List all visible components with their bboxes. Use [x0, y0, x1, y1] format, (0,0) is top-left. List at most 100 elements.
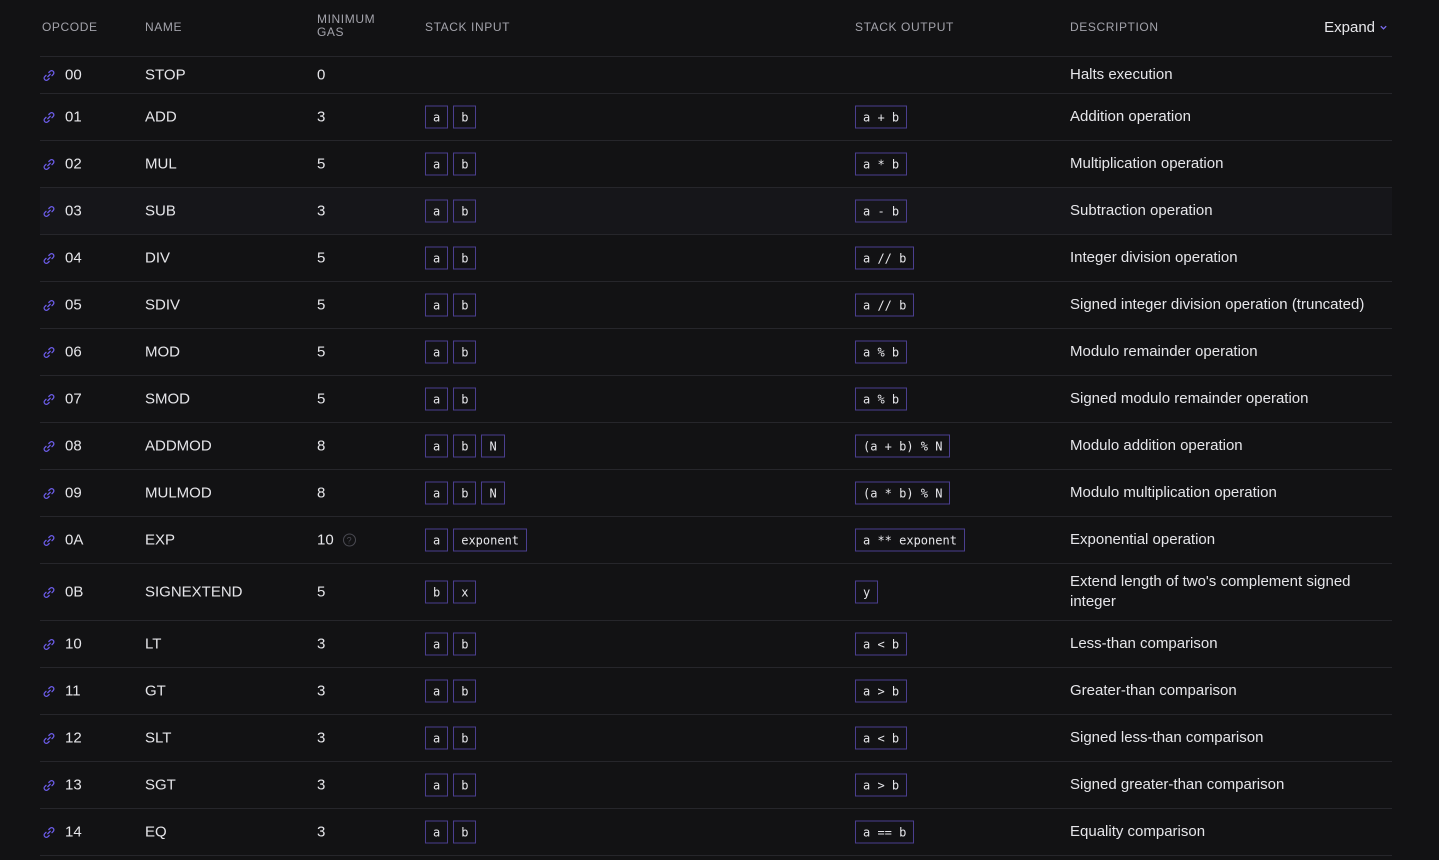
stack-input-item: x: [453, 580, 477, 604]
gas-value: 3: [317, 823, 326, 841]
stack-input-item: b: [453, 152, 477, 176]
stack-output-cell: (a * b) % N: [855, 481, 951, 505]
link-icon[interactable]: [42, 731, 56, 745]
table-body: 00 STOP 0 Halts execution 01 ADD 3 a b a + b Addit…: [40, 57, 1392, 856]
stack-output-item: a - b: [855, 199, 908, 223]
link-icon[interactable]: [42, 486, 56, 500]
gas-value: 3: [317, 108, 326, 126]
stack-input-item: b: [453, 481, 477, 505]
stack-input-cell: ab: [425, 340, 477, 364]
stack-input-item: N: [481, 481, 505, 505]
description: Addition operation: [1070, 108, 1191, 125]
stack-input-item: b: [453, 434, 477, 458]
stack-input-item: a: [425, 293, 449, 317]
table-row: 00 STOP 0 Halts execution: [40, 57, 1392, 94]
link-icon[interactable]: [42, 345, 56, 359]
chevron-down-icon: [1380, 25, 1387, 30]
gas-cell: 3: [317, 636, 325, 653]
stack-input-item: a: [425, 726, 449, 750]
stack-output-cell: a ** exponent: [855, 528, 965, 552]
header-minimum-gas: MINIMUM GAS: [317, 13, 397, 39]
table-row: 12 SLT 3 a b a < b Signed less-than comparison: [40, 715, 1392, 762]
gas-cell: 8: [317, 485, 325, 502]
header-name: NAME: [145, 20, 183, 34]
link-icon[interactable]: [42, 637, 56, 651]
table-row: 03 SUB 3 a b a - b Subtraction operation: [40, 188, 1392, 235]
opcode-name: SIGNEXTEND: [145, 583, 243, 601]
table-row: 07 SMOD 5 a b a % b Signed modulo remainder op…: [40, 376, 1392, 423]
stack-input-cell: ab: [425, 632, 477, 656]
opcode-cell: 0B: [42, 584, 83, 601]
description: Less-than comparison: [1070, 635, 1218, 652]
gas-cell: 5: [317, 297, 325, 314]
stack-output-item: a % b: [855, 340, 908, 364]
link-icon[interactable]: [42, 533, 56, 547]
help-icon[interactable]: ?: [342, 533, 356, 547]
gas-value: 3: [317, 202, 326, 220]
gas-value: 5: [317, 296, 326, 314]
stack-output-cell: a == b: [855, 820, 915, 844]
link-icon[interactable]: [42, 298, 56, 312]
stack-input-item: a: [425, 481, 449, 505]
gas-value: 8: [317, 484, 326, 502]
link-icon[interactable]: [42, 110, 56, 124]
opcode-cell: 05: [42, 297, 82, 314]
stack-output-item: a + b: [855, 105, 908, 129]
stack-output-cell: a % b: [855, 340, 908, 364]
stack-input-item: b: [453, 632, 477, 656]
opcode-value: 10: [65, 635, 82, 653]
header-gas-line2: GAS: [317, 25, 345, 39]
link-icon[interactable]: [42, 251, 56, 265]
opcode-cell: 12: [42, 730, 82, 747]
opcode-name: SDIV: [145, 296, 181, 314]
gas-cell: 3: [317, 777, 325, 794]
link-icon[interactable]: [42, 204, 56, 218]
stack-output-item: (a + b) % N: [855, 434, 951, 458]
stack-output-item: a // b: [855, 246, 915, 270]
table-row: 02 MUL 5 a b a * b Multiplication operation: [40, 141, 1392, 188]
stack-input-item: a: [425, 105, 449, 129]
opcode-name: ADDMOD: [145, 437, 212, 455]
link-icon[interactable]: [42, 684, 56, 698]
stack-input-item: a: [425, 434, 449, 458]
link-icon[interactable]: [42, 585, 56, 599]
expand-button[interactable]: Expand: [1324, 19, 1388, 36]
table-row: 09 MULMOD 8 a b N (a * b) % N Modulo multiplica…: [40, 470, 1392, 517]
stack-input-item: a: [425, 387, 449, 411]
stack-input-item: exponent: [453, 528, 528, 552]
gas-value: 5: [317, 249, 326, 267]
gas-cell: 8: [317, 438, 325, 455]
gas-value: 3: [317, 682, 326, 700]
description: Signed modulo remainder operation: [1070, 390, 1309, 407]
gas-value: 10: [317, 531, 334, 549]
stack-input-item: a: [425, 820, 449, 844]
description: Modulo remainder operation: [1070, 343, 1258, 360]
opcode-name: EXP: [145, 531, 176, 549]
link-icon[interactable]: [42, 778, 56, 792]
stack-input-item: N: [481, 434, 505, 458]
link-icon[interactable]: [42, 439, 56, 453]
stack-output-item: a > b: [855, 679, 908, 703]
link-icon[interactable]: [42, 68, 56, 82]
table-row: 08 ADDMOD 8 a b N (a + b) % N Modulo addition o…: [40, 423, 1392, 470]
stack-input-item: b: [453, 246, 477, 270]
stack-output-cell: (a + b) % N: [855, 434, 951, 458]
description: Signed integer division operation (trunc…: [1070, 296, 1365, 313]
opcode-cell: 07: [42, 391, 82, 408]
opcode-value: 09: [65, 484, 82, 502]
opcode-value: 08: [65, 437, 82, 455]
link-icon[interactable]: [42, 392, 56, 406]
opcode-value: 11: [65, 682, 81, 700]
stack-output-item: y: [855, 580, 879, 604]
stack-input-item: b: [453, 199, 477, 223]
opcode-value: 00: [65, 66, 82, 84]
gas-value: 8: [317, 437, 326, 455]
link-icon[interactable]: [42, 825, 56, 839]
gas-cell: 5: [317, 250, 325, 267]
link-icon[interactable]: [42, 157, 56, 171]
stack-input-item: a: [425, 773, 449, 797]
stack-output-cell: a + b: [855, 105, 908, 129]
table-row: 05 SDIV 5 a b a // b Signed integer division o…: [40, 282, 1392, 329]
opcode-cell: 13: [42, 777, 82, 794]
stack-input-cell: ab: [425, 773, 477, 797]
